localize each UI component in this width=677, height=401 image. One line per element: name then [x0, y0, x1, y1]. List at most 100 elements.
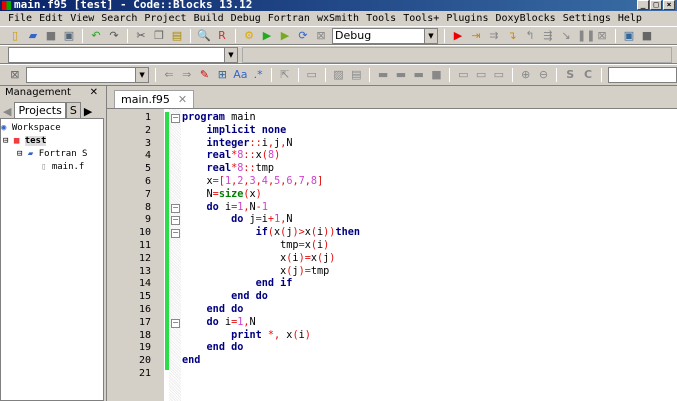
undo-icon[interactable]: ↶	[89, 29, 103, 43]
next-instruction-icon[interactable]: ⇶	[541, 29, 555, 43]
code-line[interactable]: end if	[182, 278, 293, 291]
menu-file[interactable]: File	[6, 11, 37, 26]
fold-toggle-icon[interactable]: −	[171, 318, 180, 328]
tab-scroll-right-icon[interactable]: ▶	[81, 105, 95, 118]
code-line[interactable]: real*8::x(8)	[182, 150, 281, 163]
menu-edit[interactable]: Edit	[37, 11, 68, 26]
menu-plugins[interactable]: Plugins	[444, 11, 493, 26]
s-icon[interactable]: S	[563, 68, 577, 82]
tab-symbols[interactable]: S	[65, 102, 81, 118]
label-icon[interactable]: ▤	[349, 68, 363, 82]
scope-select[interactable]: ▼	[8, 46, 238, 63]
find-previous-icon[interactable]: ⇐	[162, 68, 176, 82]
selected-text-icon[interactable]: ⊞	[215, 68, 229, 82]
shape-1-icon[interactable]: ▭	[456, 68, 470, 82]
code-line[interactable]: do j=i+1,N	[182, 214, 292, 227]
info-icon[interactable]: ■	[640, 29, 654, 43]
menu-view[interactable]: View	[68, 11, 99, 26]
find-next-icon[interactable]: ⇒	[180, 68, 194, 82]
code-line[interactable]: do i=1,N-1	[182, 202, 268, 215]
debug-windows-icon[interactable]: ▣	[622, 29, 636, 43]
maximize-button[interactable]: □	[650, 0, 662, 10]
copy-icon[interactable]: ❐	[152, 29, 166, 43]
menu-search[interactable]: Search	[99, 11, 142, 26]
zoom-in-icon[interactable]: ⊕	[519, 68, 533, 82]
find-icon[interactable]: 🔍	[197, 29, 211, 43]
open-icon[interactable]: ▰	[26, 29, 40, 43]
fold-toggle-icon[interactable]: −	[171, 216, 180, 226]
build-run-icon[interactable]: ▶	[278, 29, 292, 43]
minimize-button[interactable]: _	[637, 0, 649, 10]
fold-toggle-icon[interactable]: −	[171, 229, 180, 239]
tree-item-file[interactable]: ▯ main.f	[1, 161, 103, 174]
run-icon[interactable]: ▶	[260, 29, 274, 43]
code-line[interactable]: program main	[182, 112, 256, 125]
code-line[interactable]: x(j)=tmp	[182, 266, 329, 279]
menu-help[interactable]: Help	[616, 11, 647, 26]
code-line[interactable]: do i=1,N	[182, 317, 256, 330]
code-editor[interactable]: 1 2 3 4 5 6 7 8 9 10 11 12 13 14 15 16 17 18 19 20 21 progra…	[107, 108, 677, 401]
highlight-icon[interactable]: ✎	[198, 68, 212, 82]
pointer-icon[interactable]: ⇱	[278, 68, 292, 82]
cut-icon[interactable]: ✂	[134, 29, 148, 43]
step-into-icon[interactable]: ↴	[505, 29, 519, 43]
menu-doxyblocks[interactable]: DoxyBlocks	[493, 11, 560, 26]
code-line[interactable]: real*8::tmp	[182, 163, 275, 176]
code-line[interactable]: x(i)=x(j)	[182, 253, 335, 266]
toolbar-search-input[interactable]	[607, 67, 677, 83]
menu-tools[interactable]: Tools	[364, 11, 401, 26]
tab-projects[interactable]: Projects	[14, 102, 66, 118]
layout-4-icon[interactable]: ■	[430, 68, 444, 82]
new-file-icon[interactable]: ▯	[8, 29, 22, 43]
fold-toggle-icon[interactable]: −	[171, 203, 180, 213]
search-input[interactable]: ▼	[25, 67, 150, 83]
layout-1-icon[interactable]: ▬	[376, 68, 390, 82]
close-tab-icon[interactable]: ✕	[178, 93, 187, 106]
code-line[interactable]: implicit none	[182, 125, 287, 138]
menu-build[interactable]: Build	[192, 11, 229, 26]
code-line[interactable]: end do	[182, 342, 244, 355]
run-to-cursor-icon[interactable]: ⇥	[469, 29, 483, 43]
code-line[interactable]: integer::i,j,N	[182, 138, 293, 151]
tree-item-workspace[interactable]: ◉ Workspace	[1, 122, 103, 135]
code-line[interactable]: tmp=x(i)	[182, 240, 329, 253]
menu-settings[interactable]: Settings	[561, 11, 616, 26]
code-line[interactable]: N=size(x)	[182, 189, 262, 202]
menu-tools[interactable]: Tools+	[401, 11, 444, 26]
build-icon[interactable]: ⚙	[242, 29, 256, 43]
step-out-icon[interactable]: ↰	[523, 29, 537, 43]
function-select[interactable]	[242, 46, 672, 63]
menu-debug[interactable]: Debug	[229, 11, 266, 26]
code-line[interactable]: print *, x(i)	[182, 330, 311, 343]
step-instruction-icon[interactable]: ↘	[559, 29, 573, 43]
pause-icon[interactable]: ❚❚	[577, 29, 595, 43]
close-icon[interactable]: ✕	[90, 86, 98, 100]
zoom-out-icon[interactable]: ⊖	[537, 68, 551, 82]
code-line[interactable]: end do	[182, 304, 244, 317]
abort-icon[interactable]: ⊠	[314, 29, 328, 43]
layout-2-icon[interactable]: ▬	[394, 68, 408, 82]
fold-toggle-icon[interactable]: −	[171, 114, 180, 123]
tab-main-f95[interactable]: main.f95 ✕	[114, 90, 195, 108]
redo-icon[interactable]: ↷	[107, 29, 121, 43]
rebuild-icon[interactable]: ⟳	[296, 29, 310, 43]
menu-wxsmith[interactable]: wxSmith	[315, 11, 364, 26]
match-case-icon[interactable]: Aa	[233, 68, 247, 82]
c-icon[interactable]: C	[581, 68, 595, 82]
code-line[interactable]: if(x(j)>x(i))then	[182, 227, 360, 240]
replace-icon[interactable]: R	[215, 29, 229, 43]
stop-icon[interactable]: ⊠	[595, 29, 609, 43]
save-all-icon[interactable]: ▣	[62, 29, 76, 43]
code-line[interactable]: end	[182, 355, 200, 368]
code-line[interactable]: end do	[182, 291, 268, 304]
layout-3-icon[interactable]: ▬	[412, 68, 426, 82]
shape-2-icon[interactable]: ▭	[474, 68, 488, 82]
rect-icon[interactable]: ▭	[305, 68, 319, 82]
menu-project[interactable]: Project	[142, 11, 191, 26]
regex-icon[interactable]: .*	[251, 68, 265, 82]
debug-icon[interactable]: ▶	[451, 29, 465, 43]
tab-scroll-left-icon[interactable]: ◀	[0, 105, 14, 118]
code-line[interactable]: x=[1,2,3,4,5,6,7,8]	[182, 176, 324, 189]
tree-item-folder[interactable]: ⊟ ▰ Fortran S	[1, 148, 103, 161]
build-target-select[interactable]: Debug ▼	[332, 27, 438, 44]
